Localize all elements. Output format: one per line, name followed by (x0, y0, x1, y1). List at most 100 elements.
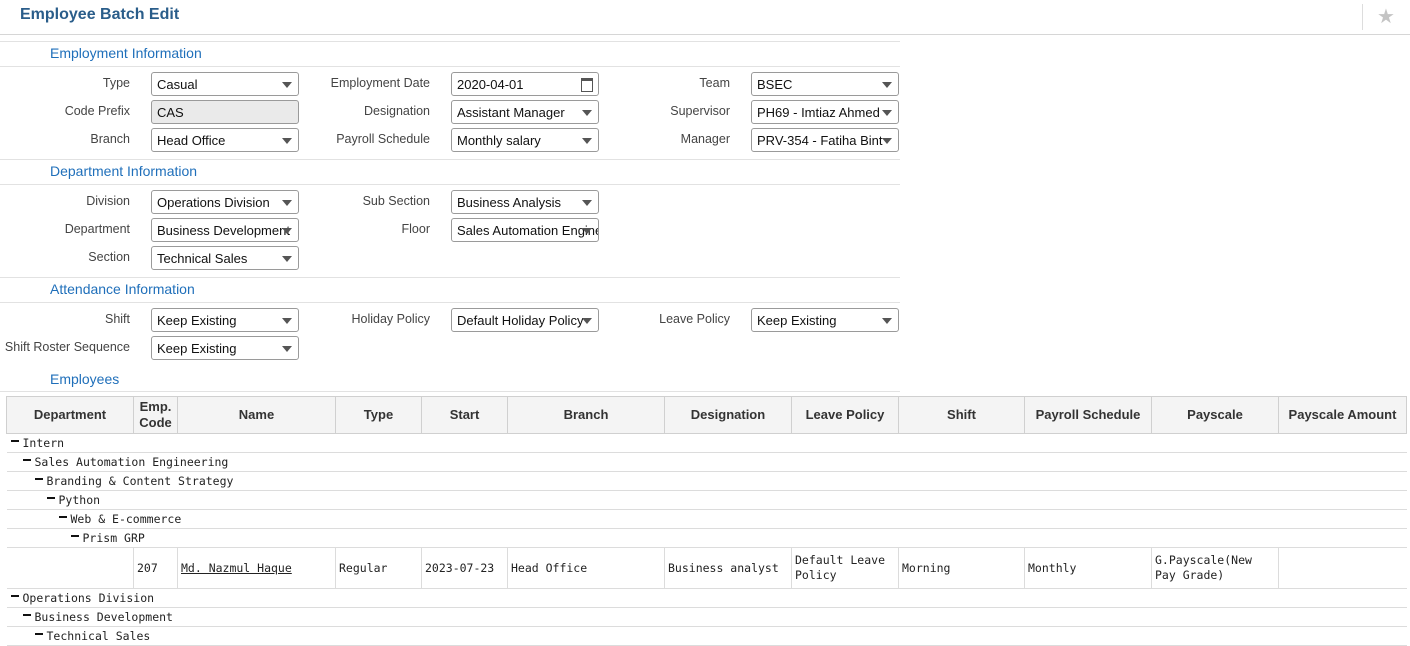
leave-policy-value: Keep Existing (757, 313, 837, 328)
chevron-down-icon (582, 110, 592, 116)
employees-section-title: Employees (50, 371, 120, 387)
column-header[interactable]: Start (421, 396, 508, 434)
designation-select[interactable]: Assistant Manager (451, 100, 599, 124)
chevron-down-icon (882, 138, 892, 144)
department-section-title: Department Information (50, 163, 198, 179)
emp-code-cell: 207 (133, 547, 178, 589)
column-header[interactable]: Payscale (1151, 396, 1279, 434)
collapse-icon[interactable] (46, 496, 55, 499)
column-header[interactable]: Department (6, 396, 134, 434)
holiday-policy-value: Default Holiday Policy (457, 313, 584, 328)
chevron-down-icon (282, 346, 292, 352)
collapse-icon[interactable] (34, 632, 43, 635)
column-header[interactable]: Payscale Amount (1278, 396, 1407, 434)
collapse-icon[interactable] (22, 458, 31, 461)
chevron-down-icon (882, 318, 892, 324)
group-row[interactable]: Web & E-commerce (6, 509, 1407, 529)
chevron-down-icon (882, 82, 892, 88)
star-icon: ★ (1377, 6, 1395, 28)
employees-grid: Department Emp. Code Name Type Start Bra… (6, 396, 1410, 646)
column-header[interactable]: Branch (507, 396, 665, 434)
team-value: BSEC (757, 77, 793, 92)
column-header[interactable]: Payroll Schedule (1024, 396, 1152, 434)
division-label: Division (86, 194, 130, 208)
employment-date-input[interactable]: 2020-04-01 (451, 72, 599, 96)
group-row[interactable]: Operations Division (6, 588, 1407, 608)
department-section-header: Department Information (0, 159, 900, 185)
section-select[interactable]: Technical Sales (151, 246, 299, 270)
group-row[interactable]: Python (6, 490, 1407, 510)
department-select[interactable]: Business Development (151, 218, 299, 242)
column-header[interactable]: Emp. Code (133, 396, 178, 434)
column-header[interactable]: Type (335, 396, 422, 434)
collapse-icon[interactable] (10, 594, 19, 597)
column-header[interactable]: Designation (664, 396, 792, 434)
floor-select[interactable]: Sales Automation Engineering (451, 218, 599, 242)
group-label: Business Development (34, 610, 173, 624)
sub-section-value: Business Analysis (457, 195, 562, 210)
group-row[interactable]: Technical Sales (6, 626, 1407, 646)
type-value: Casual (157, 77, 198, 92)
supervisor-label: Supervisor (670, 104, 730, 118)
column-header[interactable]: Name (177, 396, 336, 434)
group-row[interactable]: Prism GRP (6, 528, 1407, 548)
manager-label: Manager (680, 132, 730, 146)
type-label: Type (102, 76, 130, 90)
collapse-icon[interactable] (70, 534, 79, 537)
shift-select[interactable]: Keep Existing (151, 308, 299, 332)
type-cell: Regular (335, 547, 422, 589)
group-row[interactable]: Intern (6, 433, 1407, 453)
employment-section-header: Employment Information (0, 41, 900, 67)
employment-date-label: Employment Date (330, 76, 430, 90)
division-select[interactable]: Operations Division (151, 190, 299, 214)
group-label: Intern (22, 436, 65, 450)
department-value: Business Development (157, 223, 290, 238)
chevron-down-icon (882, 110, 892, 116)
table-header-row: Department Emp. Code Name Type Start Bra… (6, 396, 1407, 434)
payroll-schedule-select[interactable]: Monthly salary (451, 128, 599, 152)
chevron-down-icon (582, 318, 592, 324)
chevron-down-icon (582, 138, 592, 144)
type-select[interactable]: Casual (151, 72, 299, 96)
chevron-down-icon (282, 256, 292, 262)
group-label: Technical Sales (46, 629, 151, 643)
holiday-policy-label: Holiday Policy (351, 312, 430, 326)
group-row[interactable]: Business Development (6, 607, 1407, 627)
team-select[interactable]: BSEC (751, 72, 899, 96)
employee-name-link[interactable]: Md. Nazmul Haque (181, 561, 292, 575)
supervisor-value: PH69 - Imtiaz Ahmed (757, 105, 880, 120)
collapse-icon[interactable] (58, 515, 67, 518)
shift-roster-select[interactable]: Keep Existing (151, 336, 299, 360)
code-prefix-value: CAS (157, 105, 184, 120)
group-row[interactable]: Sales Automation Engineering (6, 452, 1407, 472)
leave-policy-cell: Default Leave Policy (791, 547, 899, 589)
column-header[interactable]: Shift (898, 396, 1025, 434)
sub-section-select[interactable]: Business Analysis (451, 190, 599, 214)
payscale-amount-cell (1278, 547, 1407, 589)
top-bar: Employee Batch Edit ★ (0, 0, 1410, 35)
calendar-icon[interactable] (581, 78, 593, 92)
supervisor-select[interactable]: PH69 - Imtiaz Ahmed (751, 100, 899, 124)
branch-select[interactable]: Head Office (151, 128, 299, 152)
branch-value: Head Office (157, 133, 226, 148)
holiday-policy-select[interactable]: Default Holiday Policy (451, 308, 599, 332)
attendance-section-title: Attendance Information (50, 281, 195, 297)
name-cell: Md. Nazmul Haque (177, 547, 336, 589)
chevron-down-icon (282, 138, 292, 144)
group-row[interactable]: Branding & Content Strategy (6, 471, 1407, 491)
leave-policy-select[interactable]: Keep Existing (751, 308, 899, 332)
collapse-icon[interactable] (10, 439, 19, 442)
table-row[interactable]: 207 Md. Nazmul Haque Regular 2023-07-23 … (6, 547, 1407, 589)
collapse-icon[interactable] (34, 477, 43, 480)
division-value: Operations Division (157, 195, 270, 210)
collapse-icon[interactable] (22, 613, 31, 616)
favorite-button[interactable]: ★ (1362, 4, 1409, 30)
chevron-down-icon (582, 200, 592, 206)
group-label: Prism GRP (82, 531, 145, 545)
group-label: Web & E-commerce (70, 512, 182, 526)
page-title: Employee Batch Edit (20, 6, 180, 23)
column-header[interactable]: Leave Policy (791, 396, 899, 434)
chevron-down-icon (282, 82, 292, 88)
manager-select[interactable]: PRV-354 - Fatiha Bint (751, 128, 899, 152)
chevron-down-icon (282, 318, 292, 324)
